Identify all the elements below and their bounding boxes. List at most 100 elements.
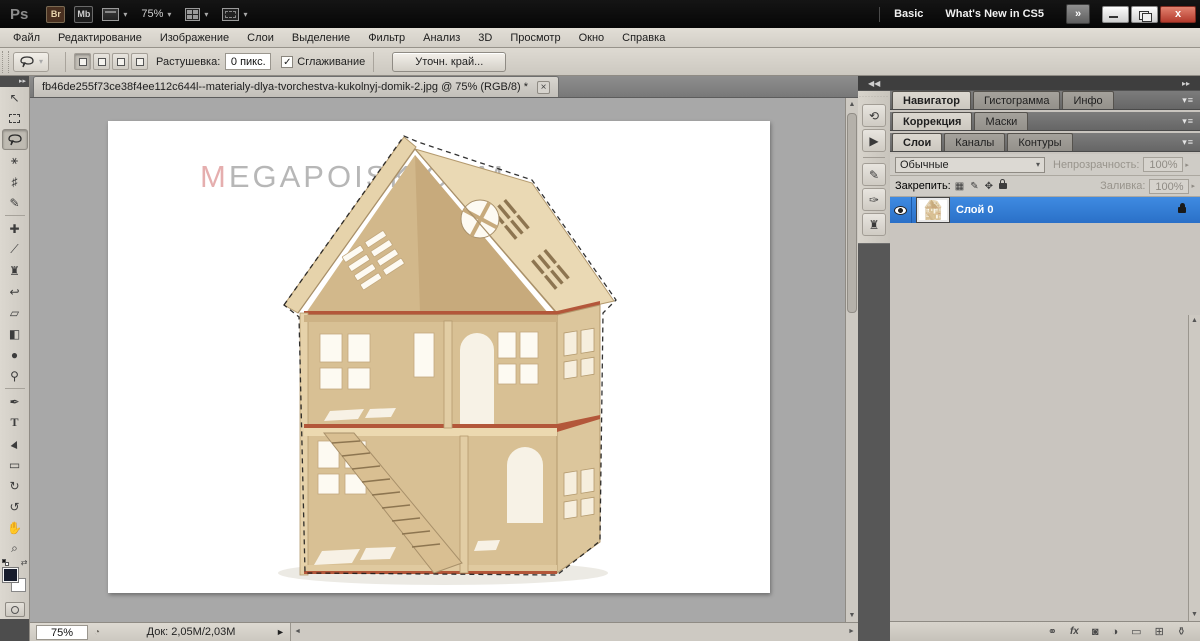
swap-colors-icon[interactable]: ⇄ [21,558,28,567]
layers-list-empty-area[interactable] [890,334,1188,621]
canvas-horizontal-scrollbar[interactable]: ◄ ► [290,623,858,641]
lock-position-icon[interactable]: ✥ [985,181,993,192]
new-selection-mode-button[interactable] [74,53,91,70]
lock-transparency-icon[interactable]: ▦ [955,181,964,192]
tab-adjustments[interactable]: Коррекция [892,112,972,130]
tab-info[interactable]: Инфо [1062,91,1113,109]
tab-histogram[interactable]: Гистограмма [973,91,1061,109]
tool-presets-panel-button[interactable]: ✎ [862,163,886,186]
panel-menu-icon[interactable]: ▾≡ [1182,137,1194,148]
workspace-basic-button[interactable]: Basic [894,8,923,20]
new-layer-icon[interactable]: ⊞ [1155,625,1164,638]
feather-input[interactable] [225,53,271,70]
eraser-tool[interactable]: ▱ [2,302,28,323]
scroll-down-icon[interactable]: ▼ [1189,609,1200,621]
scroll-down-icon[interactable]: ▼ [846,609,858,622]
foreground-color-swatch[interactable] [3,568,18,582]
fill-value[interactable]: 100% [1149,179,1189,194]
layer-thumbnail[interactable] [917,198,949,222]
clone-source-panel-button[interactable]: ♜ [862,213,886,236]
adjustment-layer-icon[interactable]: ◑ [1112,626,1119,638]
rotate-3d-tool[interactable]: ↻ [2,475,28,496]
scroll-up-icon[interactable]: ▲ [1189,315,1200,327]
layer-style-icon[interactable]: fx [1070,626,1079,637]
lock-all-icon[interactable] [999,183,1007,189]
blend-mode-dropdown[interactable]: Обычные ▾ [895,157,1045,173]
canvas-vertical-scrollbar[interactable]: ▲ ▼ [845,98,858,622]
layer-mask-icon[interactable]: ◙ [1092,626,1099,638]
refine-edge-button[interactable]: Уточн. край... [392,52,506,72]
quick-selection-tool[interactable]: ⚹ [2,150,28,171]
menu-3d[interactable]: 3D [469,30,501,46]
expand-panels-icon[interactable]: ▸▸ [1182,79,1190,88]
dodge-tool[interactable]: ⚲ [2,365,28,386]
lasso-tool[interactable] [2,129,28,150]
launch-mini-bridge-button[interactable]: Mb [74,6,93,23]
status-zoom-input[interactable]: 75% [36,625,88,640]
lock-pixels-icon[interactable]: ✎ [970,181,978,192]
opacity-spinner-icon[interactable]: ▸ [1185,161,1189,169]
add-selection-mode-button[interactable] [93,53,110,70]
restore-button[interactable] [1131,6,1158,23]
crop-tool[interactable]: ♯ [2,171,28,192]
gradient-tool[interactable]: ◧ [2,323,28,344]
antialias-checkbox[interactable]: ✓ [281,56,293,68]
menu-filter[interactable]: Фильтр [359,30,414,46]
workspace-expand-button[interactable]: » [1066,4,1090,24]
menu-select[interactable]: Выделение [283,30,359,46]
brush-panel-button[interactable]: ✑ [862,188,886,211]
clone-stamp-tool[interactable]: ♜ [2,260,28,281]
eyedropper-tool[interactable]: ✎ [2,192,28,213]
fill-spinner-icon[interactable]: ▸ [1191,182,1195,190]
menu-window[interactable]: Окно [570,30,614,46]
collapse-panels-icon[interactable]: ◀◀ [868,79,880,88]
tab-layers[interactable]: Слои [892,133,942,151]
rectangular-marquee-tool[interactable] [2,108,28,129]
brush-tool[interactable]: ⟋ [2,239,28,260]
healing-brush-tool[interactable]: ✚ [2,218,28,239]
type-tool[interactable]: T [2,412,28,433]
minimize-button[interactable] [1102,6,1129,23]
scroll-right-icon[interactable]: ► [845,623,858,641]
panel-menu-icon[interactable]: ▾≡ [1182,116,1194,127]
canvas-area[interactable]: MEGAPOISK.COM [30,98,845,622]
delete-layer-icon[interactable]: ⚱ [1177,625,1186,638]
arrange-documents-button[interactable]: ▾ [185,8,208,21]
layers-scrollbar[interactable]: ▲ ▼ [1188,315,1200,621]
document-canvas[interactable]: MEGAPOISK.COM [108,121,770,593]
tab-paths[interactable]: Контуры [1007,133,1072,151]
tool-preset-picker[interactable]: ▾ [13,52,49,72]
layer-name[interactable]: Слой 0 [956,204,1178,216]
tab-masks[interactable]: Маски [974,112,1028,130]
path-selection-tool[interactable]: ► [2,433,28,454]
screen-mode-button[interactable]: ▾ [222,8,247,21]
move-tool[interactable]: ↖ [2,87,28,108]
history-panel-button[interactable]: ⟲ [862,104,886,127]
scroll-left-icon[interactable]: ◄ [291,623,304,641]
hand-tool[interactable]: ✋ [2,517,28,538]
zoom-tool[interactable]: ⌕ [2,538,28,559]
menu-analysis[interactable]: Анализ [414,30,469,46]
actions-panel-button[interactable]: ▶ [862,129,886,152]
menu-file[interactable]: Файл [4,30,49,46]
opacity-value[interactable]: 100% [1143,157,1183,172]
document-tab[interactable]: fb46de255f73ce38f4ee112c644l--materialy-… [33,76,559,97]
shape-tool[interactable]: ▭ [2,454,28,475]
menu-help[interactable]: Справка [613,30,674,46]
menu-view[interactable]: Просмотр [501,30,569,46]
workspace-whats-new-button[interactable]: What's New in CS5 [945,8,1044,20]
layer-row-selected[interactable]: Слой 0 [890,197,1200,223]
status-options-arrow[interactable]: ► [276,627,290,637]
launch-bridge-button[interactable]: Br [46,6,65,23]
menu-edit[interactable]: Редактирование [49,30,151,46]
view-extras-button[interactable]: ▾ [102,8,127,21]
tools-panel-collapse[interactable]: ▸▸ [0,76,29,87]
layer-group-icon[interactable]: ▭ [1131,625,1141,638]
intersect-selection-mode-button[interactable] [131,53,148,70]
close-button[interactable]: x [1160,6,1196,23]
tab-navigator[interactable]: Навигатор [892,91,971,109]
panel-menu-icon[interactable]: ▾≡ [1182,95,1194,106]
blur-tool[interactable]: ● [2,344,28,365]
layer-visibility-toggle[interactable] [890,197,912,223]
scroll-up-icon[interactable]: ▲ [846,98,858,111]
